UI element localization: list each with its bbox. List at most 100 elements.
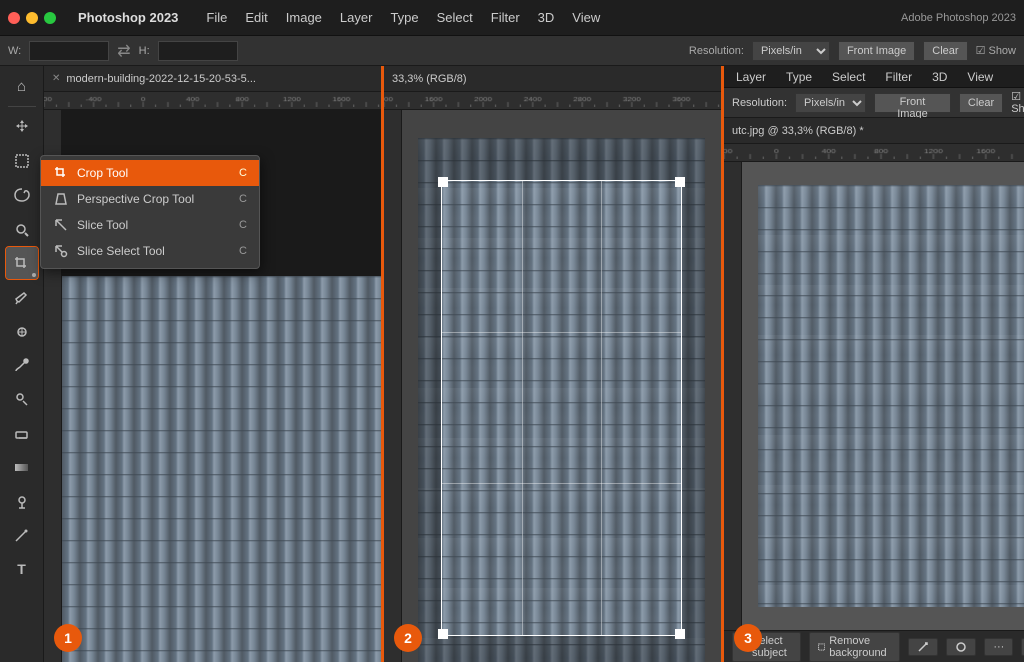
clear-button[interactable]: Clear — [923, 41, 967, 61]
maximize-button[interactable] — [44, 12, 56, 24]
doc1-tab-title: modern-building-2022-12-15-20-53-5... — [66, 73, 256, 85]
menu-type[interactable]: Type — [382, 8, 426, 27]
doc1-ruler-top — [44, 92, 381, 110]
ctx-crop-tool-shortcut: C — [239, 167, 247, 179]
p3-menu-select[interactable]: Select — [828, 69, 869, 85]
tool-crop[interactable] — [6, 247, 38, 279]
tool-eraser[interactable] — [6, 417, 38, 449]
menu-3d[interactable]: 3D — [530, 8, 563, 27]
ctx-slice-select-label: Slice Select Tool — [77, 244, 231, 258]
transform-btn[interactable] — [908, 638, 938, 656]
doc2-ruler-canvas — [384, 92, 721, 107]
remove-bg-btn[interactable]: Remove background — [809, 632, 900, 662]
p3-resolution-select[interactable]: Pixels/in — [795, 93, 866, 113]
tool-clone[interactable] — [6, 383, 38, 415]
menu-edit[interactable]: Edit — [237, 8, 275, 27]
doc2-building-photo — [418, 138, 705, 662]
p3-menu-3d[interactable]: 3D — [928, 69, 951, 85]
transform-icon — [917, 641, 929, 653]
close-button[interactable] — [8, 12, 20, 24]
crop-corner-br[interactable] — [675, 629, 685, 639]
doc2-tab-title: 33,3% (RGB/8) — [392, 73, 467, 85]
tool-gradient[interactable] — [6, 451, 38, 483]
panel3-options-bar: Resolution: Pixels/in Front Image Clear … — [724, 88, 1024, 118]
p3-front-image-btn[interactable]: Front Image — [874, 93, 951, 113]
adobe-photoshop-title: Adobe Photoshop 2023 — [901, 12, 1016, 24]
doc3-ruler-top — [724, 144, 1024, 162]
doc1-ruler-canvas — [44, 92, 381, 107]
menu-view[interactable]: View — [564, 8, 608, 27]
more-btn[interactable]: ··· — [984, 638, 1013, 656]
crop-tool-icon — [53, 165, 69, 181]
resolution-unit-select[interactable]: Pixels/in Pixels/cm — [752, 41, 830, 61]
tool-eyedrop[interactable] — [6, 281, 38, 313]
doc2-tab[interactable]: 33,3% (RGB/8) — [384, 66, 721, 92]
panel3-bottom-bar: Select subject Remove background ··· — [724, 630, 1024, 662]
tool-lasso[interactable] — [6, 179, 38, 211]
doc3-building-photo — [758, 185, 1024, 606]
front-image-button[interactable]: Front Image — [838, 41, 915, 61]
minimize-button[interactable] — [26, 12, 38, 24]
menu-bar-items: File Edit Image Layer Type Select Filter… — [198, 8, 608, 27]
p3-menu-view[interactable]: View — [963, 69, 997, 85]
doc3-canvas[interactable] — [742, 162, 1024, 630]
h-label: H: — [139, 45, 150, 57]
slice-tool-icon — [53, 217, 69, 233]
tool-crop-submenu-indicator — [32, 273, 36, 277]
ctx-crop-tool[interactable]: Crop Tool C — [41, 160, 259, 186]
crop-grid-v2 — [601, 181, 602, 635]
tool-move[interactable] — [6, 111, 38, 143]
doc3-bldg-lines — [758, 185, 1024, 606]
height-input[interactable] — [158, 41, 238, 61]
tool-text[interactable]: T — [6, 553, 38, 585]
p3-clear-btn[interactable]: Clear — [959, 93, 1003, 113]
doc2-body — [384, 110, 721, 662]
doc3-tab-title: utc.jpg @ 33,3% (RGB/8) * — [732, 125, 864, 137]
menu-file[interactable]: File — [198, 8, 235, 27]
menu-filter[interactable]: Filter — [483, 8, 528, 27]
badge-3: 3 — [734, 624, 762, 652]
menu-image[interactable]: Image — [278, 8, 330, 27]
width-input[interactable] — [29, 41, 109, 61]
ctx-slice-select[interactable]: Slice Select Tool C — [41, 238, 259, 264]
p3-show-label: ☑ Show — [1011, 90, 1024, 115]
tool-home[interactable]: ⌂ — [6, 70, 38, 102]
p3-menu-layer[interactable]: Layer — [732, 69, 770, 85]
menu-select[interactable]: Select — [429, 8, 481, 27]
doc1-close[interactable]: ✕ — [52, 73, 60, 84]
slice-select-icon — [53, 243, 69, 259]
menubar-right: Adobe Photoshop 2023 — [901, 0, 1016, 36]
panel-3: Layer Type Select Filter 3D View Resolut… — [724, 66, 1024, 662]
tool-heal[interactable] — [6, 315, 38, 347]
ctx-perspective-crop-label: Perspective Crop Tool — [77, 192, 231, 206]
w-label: W: — [8, 45, 21, 57]
crop-corner-bl[interactable] — [438, 629, 448, 639]
crop-corner-tl[interactable] — [438, 177, 448, 187]
adjust-btn[interactable] — [946, 638, 976, 656]
menu-layer[interactable]: Layer — [332, 8, 381, 27]
tool-quick-select[interactable] — [6, 213, 38, 245]
ctx-slice-tool-label: Slice Tool — [77, 218, 231, 232]
doc3-tab[interactable]: utc.jpg @ 33,3% (RGB/8) * — [724, 118, 1024, 144]
ctx-perspective-crop[interactable]: Perspective Crop Tool C — [41, 186, 259, 212]
doc1-building-photo — [62, 276, 381, 662]
show-label: ☑ Show — [976, 44, 1016, 57]
p3-menu-type[interactable]: Type — [782, 69, 816, 85]
doc3-ruler-canvas — [724, 144, 1024, 159]
tool-marquee[interactable] — [6, 145, 38, 177]
doc1-tab[interactable]: ✕ modern-building-2022-12-15-20-53-5... — [44, 66, 381, 92]
doc3-ruler-left — [724, 162, 742, 630]
p3-menu-filter[interactable]: Filter — [881, 69, 916, 85]
crop-grid-v1 — [522, 181, 523, 635]
ctx-slice-tool[interactable]: Slice Tool C — [41, 212, 259, 238]
tool-pen[interactable] — [6, 519, 38, 551]
tool-dodge[interactable] — [6, 485, 38, 517]
options-bar: W: ⇄ H: Resolution: Pixels/in Pixels/cm … — [0, 36, 1024, 66]
doc2-canvas[interactable] — [402, 110, 721, 662]
tool-brush[interactable] — [6, 349, 38, 381]
left-toolbar: ⌂ — [0, 66, 44, 662]
crop-corner-tr[interactable] — [675, 177, 685, 187]
ctx-crop-tool-label: Crop Tool — [77, 166, 231, 180]
traffic-lights — [8, 12, 56, 24]
crop-grid-h2 — [442, 483, 681, 484]
